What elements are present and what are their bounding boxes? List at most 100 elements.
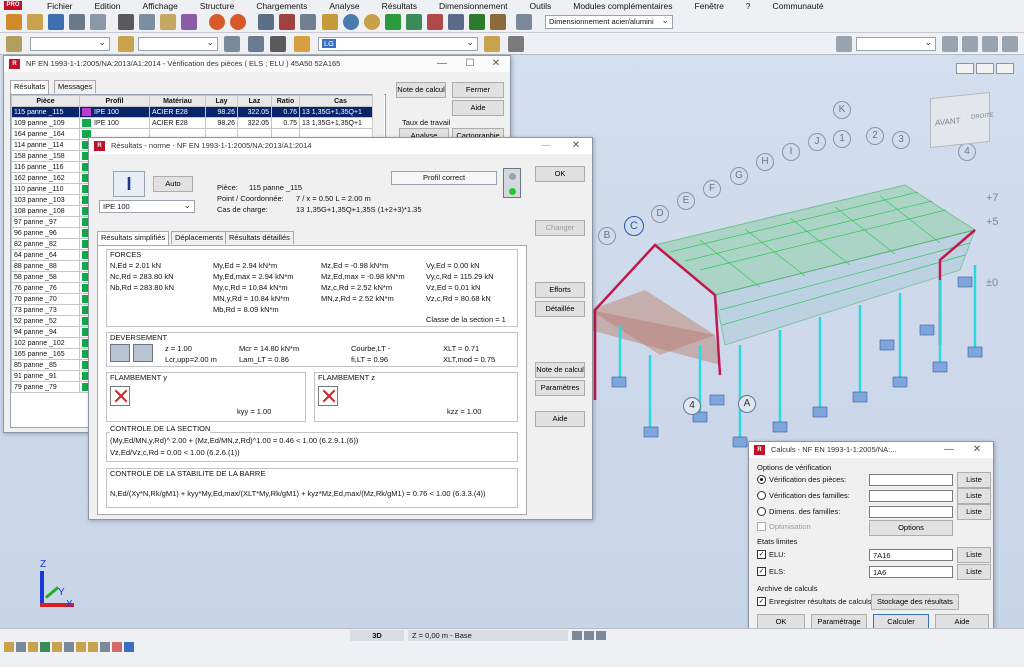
paste-icon[interactable] bbox=[160, 14, 176, 30]
menu-communaute[interactable]: Communauté bbox=[762, 1, 835, 11]
menu-outils[interactable]: Outils bbox=[519, 1, 563, 11]
enregistrer-checkbox[interactable]: ✓ bbox=[757, 597, 766, 606]
column-header[interactable]: Matériau bbox=[149, 95, 206, 107]
fermer-button[interactable]: Fermer bbox=[452, 82, 504, 98]
elu-checkbox[interactable]: ✓ bbox=[757, 550, 766, 559]
efforts-button[interactable]: Efforts bbox=[535, 282, 585, 298]
table-row[interactable]: 109 panne _109 IPE 100 ACIER E28 98.26 322.0… bbox=[11, 117, 382, 129]
menu-fenetre[interactable]: Fenêtre bbox=[684, 1, 735, 11]
level-next-icon[interactable] bbox=[584, 631, 594, 640]
select-icon[interactable] bbox=[516, 14, 532, 30]
liste-elu-button[interactable]: Liste bbox=[957, 547, 991, 563]
liste-pieces-button[interactable]: Liste bbox=[957, 472, 991, 488]
menu-dimensionnement[interactable]: Dimensionnement bbox=[428, 1, 519, 11]
els-checkbox[interactable]: ✓ bbox=[757, 567, 766, 576]
bottom-tool-10-icon[interactable] bbox=[112, 642, 122, 652]
column-header[interactable]: Cas bbox=[299, 95, 382, 107]
profile-combo[interactable]: IPE 100 bbox=[99, 199, 195, 213]
bar-icon[interactable] bbox=[427, 14, 443, 30]
detaillee-button[interactable]: Détaillée bbox=[535, 301, 585, 317]
auto-button[interactable]: Auto bbox=[153, 176, 193, 192]
tab-messages[interactable]: Messages bbox=[54, 80, 97, 93]
filter-icon[interactable] bbox=[224, 36, 240, 52]
deversement-icon-b[interactable] bbox=[133, 344, 153, 362]
radio-dimens-familles[interactable] bbox=[757, 507, 766, 516]
tab-resultats[interactable]: Résultats bbox=[10, 80, 50, 94]
tool-b-icon[interactable] bbox=[962, 36, 978, 52]
save-icon[interactable] bbox=[48, 14, 64, 30]
view-icon[interactable] bbox=[248, 36, 264, 52]
mdi-minimize-icon[interactable] bbox=[956, 63, 974, 74]
layer-manage-icon[interactable] bbox=[508, 36, 524, 52]
radio-verif-familles[interactable] bbox=[757, 491, 766, 500]
minimize-icon[interactable]: — bbox=[430, 56, 454, 72]
bottom-tool-9-icon[interactable] bbox=[100, 642, 110, 652]
liste-els-button[interactable]: Liste bbox=[957, 564, 991, 580]
bottom-tool-4-icon[interactable] bbox=[40, 642, 50, 652]
column-header[interactable]: Pièce bbox=[11, 95, 80, 107]
note-calcul-button[interactable]: Note de calcul bbox=[535, 362, 585, 378]
elu-field[interactable]: 7A16 bbox=[869, 549, 953, 561]
layer-combo[interactable]: LG bbox=[318, 36, 478, 51]
column-header[interactable]: Laz bbox=[237, 95, 272, 107]
level-prev-icon[interactable] bbox=[572, 631, 582, 640]
layout-combo[interactable]: Dimensionnement acier/alumini bbox=[545, 14, 673, 29]
menu-chargements[interactable]: Chargements bbox=[245, 1, 318, 11]
tool-c-icon[interactable] bbox=[982, 36, 998, 52]
grid-icon[interactable] bbox=[448, 14, 464, 30]
ok-button[interactable]: OK bbox=[535, 166, 585, 182]
minimize-icon[interactable]: — bbox=[534, 138, 558, 154]
lock-icon[interactable] bbox=[322, 14, 338, 30]
options-button[interactable]: Options bbox=[869, 520, 953, 536]
flambement-z-cross-icon[interactable] bbox=[318, 386, 338, 406]
print-icon[interactable] bbox=[69, 14, 85, 30]
pan-icon[interactable] bbox=[385, 14, 401, 30]
mdi-close-icon[interactable] bbox=[996, 63, 1014, 74]
view-cube[interactable]: AVANT DROITE bbox=[930, 91, 994, 149]
view-mode[interactable]: 3D bbox=[350, 630, 404, 641]
verif-pieces-field[interactable] bbox=[869, 474, 953, 486]
tab-resultats-detailles[interactable]: Résultats détaillés bbox=[225, 231, 294, 244]
menu-modules[interactable]: Modules complémentaires bbox=[562, 1, 683, 11]
bottom-tool-2-icon[interactable] bbox=[16, 642, 26, 652]
deversement-icon-a[interactable] bbox=[110, 344, 130, 362]
minimize-icon[interactable]: — bbox=[937, 442, 961, 458]
close-icon[interactable]: ✕ bbox=[564, 138, 588, 154]
menu-affichage[interactable]: Affichage bbox=[132, 1, 189, 11]
dimens-familles-field[interactable] bbox=[869, 506, 953, 518]
menu-help[interactable]: ? bbox=[735, 1, 762, 11]
tool-a-icon[interactable] bbox=[942, 36, 958, 52]
level-list-icon[interactable] bbox=[596, 631, 606, 640]
bottom-tool-7-icon[interactable] bbox=[76, 642, 86, 652]
menu-edition[interactable]: Edition bbox=[84, 1, 132, 11]
calculate-icon[interactable] bbox=[469, 14, 485, 30]
parametres-button[interactable]: Paramètres bbox=[535, 380, 585, 396]
section-combo[interactable] bbox=[138, 36, 218, 51]
bottom-tool-1-icon[interactable] bbox=[4, 642, 14, 652]
changer-button[interactable]: Changer bbox=[535, 220, 585, 236]
column-header[interactable]: Ratio bbox=[271, 95, 300, 107]
close-icon[interactable]: ✕ bbox=[484, 56, 508, 72]
open-icon[interactable] bbox=[27, 14, 43, 30]
layer-tool-icon[interactable] bbox=[484, 36, 500, 52]
display-icon[interactable] bbox=[270, 36, 286, 52]
bottom-tool-8-icon[interactable] bbox=[88, 642, 98, 652]
column-header[interactable]: Profil bbox=[79, 95, 150, 107]
tool-d-icon[interactable] bbox=[1002, 36, 1018, 52]
cut-icon[interactable] bbox=[118, 14, 134, 30]
menu-fichier[interactable]: Fichier bbox=[36, 1, 84, 11]
column-header[interactable]: Lay bbox=[205, 95, 238, 107]
selection-combo[interactable] bbox=[30, 36, 110, 51]
bottom-tool-6-icon[interactable] bbox=[64, 642, 74, 652]
list-icon[interactable] bbox=[300, 14, 316, 30]
mdi-restore-icon[interactable] bbox=[976, 63, 994, 74]
layer-icon[interactable] bbox=[294, 36, 310, 52]
verif-familles-field[interactable] bbox=[869, 490, 953, 502]
table-row[interactable]: 115 panne _115 IPE 100 ACIER E28 98.26 322.0… bbox=[11, 106, 382, 118]
els-field[interactable]: 1A6 bbox=[869, 566, 953, 578]
new-icon[interactable] bbox=[6, 14, 22, 30]
aide-button[interactable]: Aide bbox=[535, 411, 585, 427]
close-icon[interactable]: ✕ bbox=[965, 442, 989, 458]
optimisation-checkbox[interactable] bbox=[757, 522, 766, 531]
copy-icon[interactable] bbox=[139, 14, 155, 30]
